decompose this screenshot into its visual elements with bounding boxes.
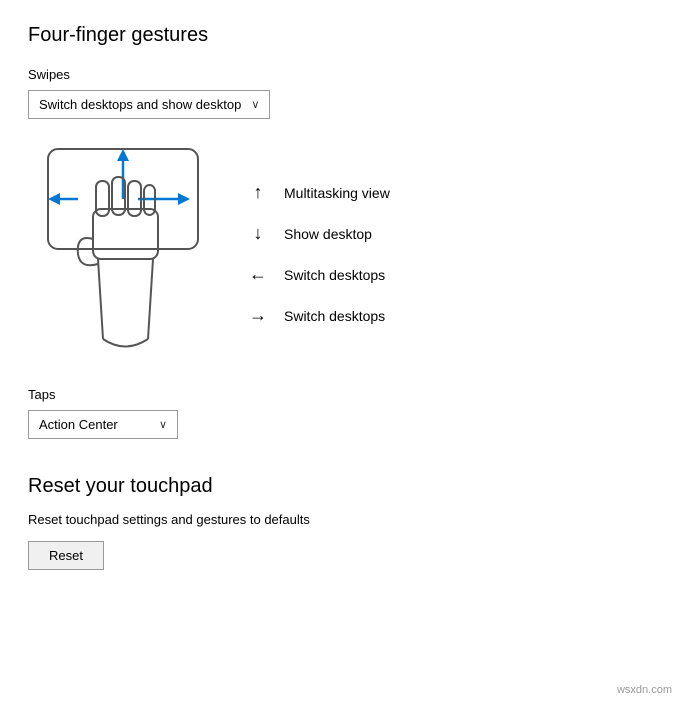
watermark: wsxdn.com bbox=[617, 684, 672, 696]
taps-dropdown-value: Action Center bbox=[39, 417, 118, 432]
reset-description: Reset touchpad settings and gestures to … bbox=[28, 512, 652, 527]
gesture-item-up: ↑ Multitasking view bbox=[248, 182, 390, 203]
swipes-dropdown[interactable]: Switch desktops and show desktop ∨ bbox=[28, 90, 270, 119]
left-arrow-icon: ← bbox=[248, 264, 268, 285]
swipes-label: Swipes bbox=[28, 67, 652, 82]
chevron-down-icon: ∨ bbox=[251, 98, 259, 111]
reset-section: Reset your touchpad Reset touchpad setti… bbox=[28, 475, 652, 570]
hand-illustration bbox=[28, 139, 218, 369]
reset-button[interactable]: Reset bbox=[28, 541, 104, 570]
gesture-list: ↑ Multitasking view ↓ Show desktop ← Swi… bbox=[248, 182, 390, 326]
gesture-item-right: → Switch desktops bbox=[248, 305, 390, 326]
down-arrow-icon: ↓ bbox=[248, 223, 268, 244]
right-arrow-icon: → bbox=[248, 305, 268, 326]
taps-dropdown[interactable]: Action Center ∨ bbox=[28, 410, 178, 439]
gesture-label-multitasking: Multitasking view bbox=[284, 185, 390, 201]
gesture-label-show-desktop: Show desktop bbox=[284, 226, 372, 242]
reset-title: Reset your touchpad bbox=[28, 475, 652, 498]
gesture-area: ↑ Multitasking view ↓ Show desktop ← Swi… bbox=[28, 139, 652, 369]
gesture-item-left: ← Switch desktops bbox=[248, 264, 390, 285]
gesture-label-switch-right: Switch desktops bbox=[284, 308, 385, 324]
gesture-item-down: ↓ Show desktop bbox=[248, 223, 390, 244]
gesture-label-switch-left: Switch desktops bbox=[284, 267, 385, 283]
taps-label: Taps bbox=[28, 387, 652, 402]
page-title: Four-finger gestures bbox=[28, 24, 652, 47]
up-arrow-icon: ↑ bbox=[248, 182, 268, 203]
swipes-dropdown-value: Switch desktops and show desktop bbox=[39, 97, 241, 112]
taps-chevron-down-icon: ∨ bbox=[159, 418, 167, 431]
